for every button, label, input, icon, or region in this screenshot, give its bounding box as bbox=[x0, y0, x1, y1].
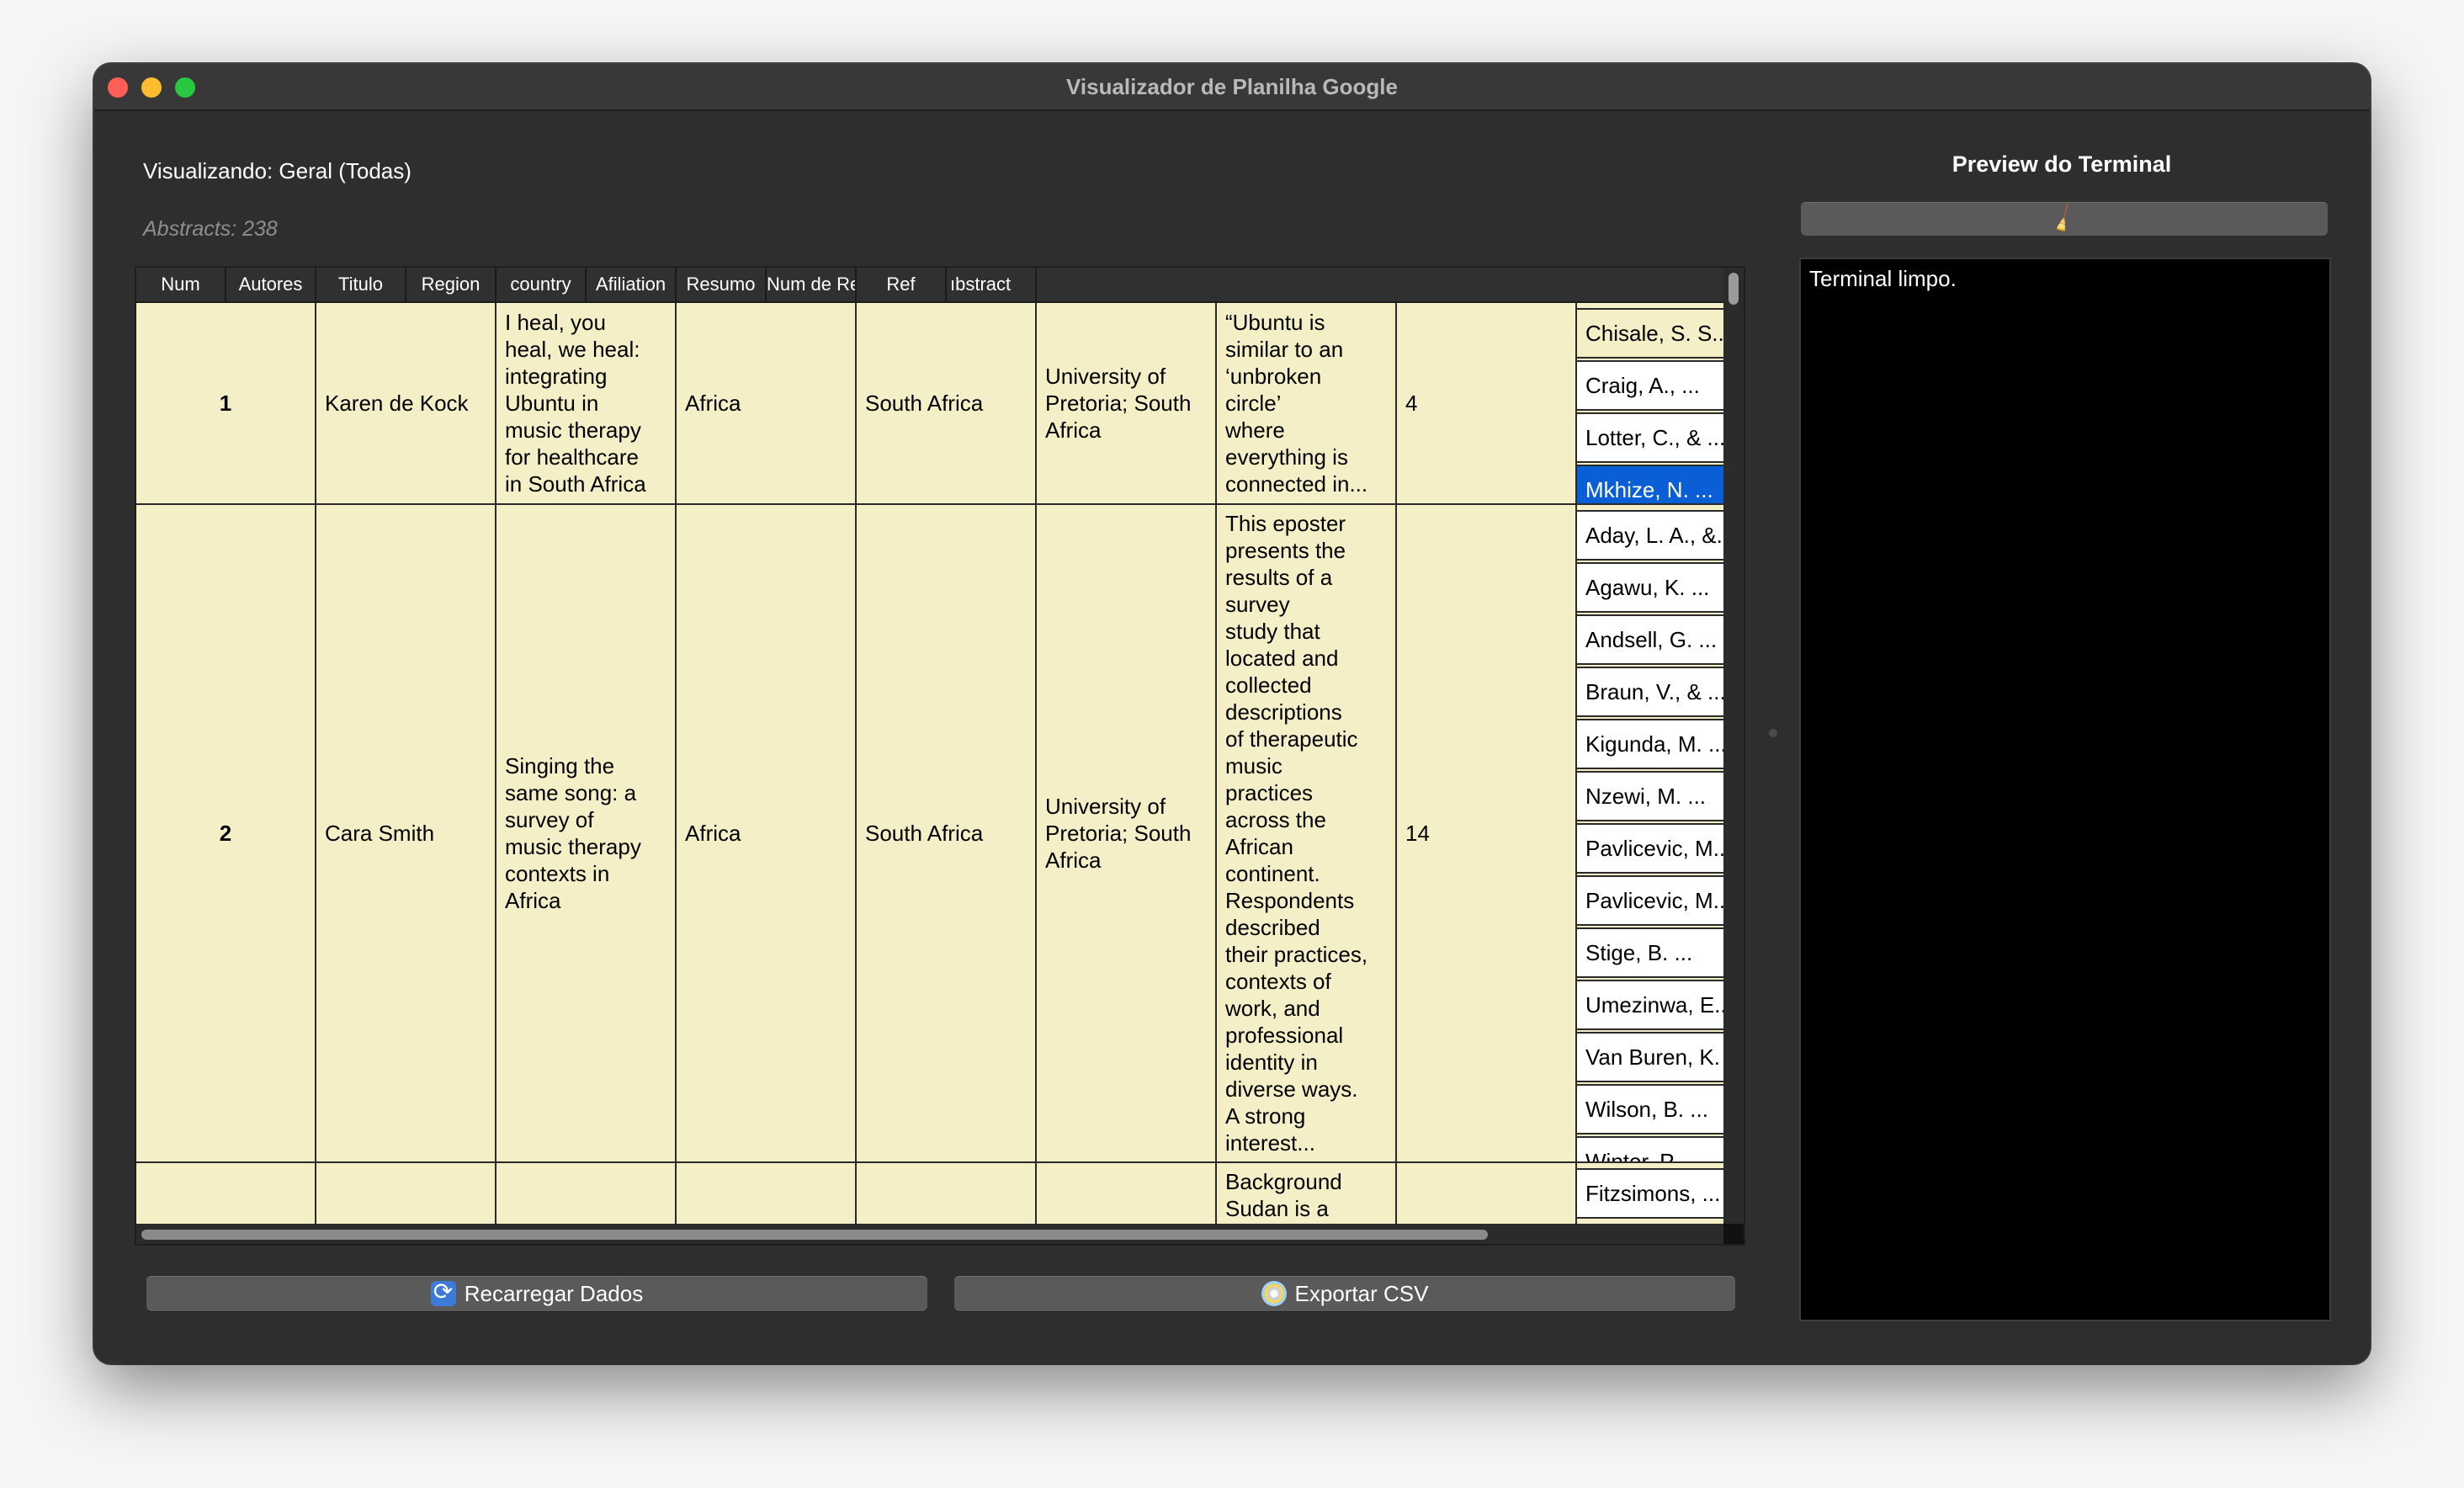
ref-list-item[interactable]: Aday, L. A., &... bbox=[1577, 510, 1744, 561]
terminal-output[interactable]: Terminal limpo. bbox=[1799, 258, 2331, 1321]
ref-list-item[interactable]: Umezinwa, E... bbox=[1577, 980, 1744, 1030]
cell-resumo[interactable]: This eposter presents the results of a s… bbox=[1217, 505, 1397, 1161]
column-header-ref[interactable]: Ref bbox=[857, 268, 947, 301]
column-header-resumo[interactable]: Resumo bbox=[677, 268, 767, 301]
horizontal-scroll-thumb[interactable] bbox=[141, 1230, 1488, 1240]
ref-list-item[interactable]: Kigunda, M. ... bbox=[1577, 719, 1744, 769]
ref-list-item[interactable]: Craig, A., ... bbox=[1577, 360, 1744, 411]
clear-terminal-button[interactable]: 🧹 bbox=[1801, 202, 2328, 236]
ref-list-item[interactable]: Stige, B. ... bbox=[1577, 927, 1744, 978]
reload-data-button[interactable]: Recarregar Dados bbox=[146, 1276, 927, 1311]
terminal-text: Terminal limpo. bbox=[1809, 266, 1957, 291]
cell-region[interactable]: Africa bbox=[677, 505, 857, 1161]
cell-num[interactable]: 2 bbox=[136, 505, 316, 1161]
vertical-scroll-thumb[interactable] bbox=[1729, 273, 1739, 305]
column-header-abstract[interactable]: ıbstract bbox=[947, 268, 1037, 301]
cell-resumo[interactable]: “Ubuntu is similar to an ‘unbroken circl… bbox=[1217, 303, 1397, 503]
splitter-handle[interactable] bbox=[1769, 729, 1777, 737]
disc-icon bbox=[1261, 1281, 1287, 1306]
column-header-num-de-ref[interactable]: Num de Ref bbox=[767, 268, 857, 301]
viewing-label: Visualizando: Geral (Todas) bbox=[143, 158, 412, 183]
cell-region[interactable]: Africa bbox=[677, 303, 857, 503]
table-row[interactable]: 2 Cara Smith Singing the same song: a surv… bbox=[136, 505, 1744, 1163]
ref-list-item[interactable]: Agawu, K. ... bbox=[1577, 562, 1744, 613]
ref-list-item[interactable]: Chisale, S. S.... bbox=[1577, 308, 1744, 359]
export-csv-button[interactable]: Exportar CSV bbox=[954, 1276, 1735, 1311]
ref-list-item[interactable]: Pavlicevic, M... bbox=[1577, 823, 1744, 874]
ref-list-item[interactable]: Braun, V., & ... bbox=[1577, 667, 1744, 717]
cell-country[interactable]: South Africa bbox=[857, 303, 1037, 503]
reload-button-label: Recarregar Dados bbox=[464, 1280, 644, 1306]
title-bar: Visualizador de Planilha Google bbox=[94, 64, 2370, 111]
table-row[interactable]: 1 Karen de Kock I heal, you heal, we heal:… bbox=[136, 303, 1744, 505]
export-button-label: Exportar CSV bbox=[1294, 1280, 1429, 1306]
ref-list[interactable]: Chisale, S. S.... Craig, A., ... Lotter, C… bbox=[1577, 303, 1744, 503]
column-header-afiliation[interactable]: Afiliation bbox=[587, 268, 677, 301]
table-header: Num Autores Titulo Region country Afilia… bbox=[136, 268, 1729, 303]
cell-titulo[interactable]: I heal, you heal, we heal: integrating U… bbox=[497, 303, 677, 503]
cell-num-ref[interactable]: 14 bbox=[1397, 505, 1577, 1161]
cell-afiliation[interactable]: University of Pretoria; South Africa bbox=[1037, 505, 1217, 1161]
column-header-region[interactable]: Region bbox=[406, 268, 497, 301]
ref-list[interactable]: Aday, L. A., &... Agawu, K. ... Andsell, G… bbox=[1577, 505, 1744, 1161]
cell-num-ref[interactable]: 4 bbox=[1397, 303, 1577, 503]
column-header-num[interactable]: Num bbox=[136, 268, 226, 301]
app-window: Visualizador de Planilha Google Visualiz… bbox=[94, 64, 2370, 1363]
horizontal-scrollbar[interactable] bbox=[136, 1224, 1729, 1244]
column-header-autores[interactable]: Autores bbox=[226, 268, 316, 301]
column-header-country[interactable]: country bbox=[497, 268, 587, 301]
cell-country[interactable]: South Africa bbox=[857, 505, 1037, 1161]
ref-list-item[interactable]: Pavlicevic, M... bbox=[1577, 875, 1744, 926]
abstracts-count: Abstracts: 238 bbox=[143, 217, 278, 241]
ref-list-item[interactable]: Fitzsimons, ... bbox=[1577, 1168, 1744, 1219]
ref-list-item[interactable]: Wilson, B. ... bbox=[1577, 1084, 1744, 1135]
data-table: Num Autores Titulo Region country Afilia… bbox=[135, 266, 1745, 1246]
cell-afiliation[interactable]: University of Pretoria; South Africa bbox=[1037, 303, 1217, 503]
window-title: Visualizador de Planilha Google bbox=[1066, 74, 1398, 99]
cell-autores[interactable]: Cara Smith bbox=[316, 505, 497, 1161]
ref-list-item[interactable]: Winter, P. ... bbox=[1577, 1136, 1744, 1161]
broom-icon: 🧹 bbox=[2047, 202, 2081, 236]
ref-list-item[interactable]: Lotter, C., & ... bbox=[1577, 412, 1744, 463]
reload-icon bbox=[430, 1278, 456, 1306]
scroll-corner bbox=[1723, 1224, 1744, 1244]
cell-num[interactable]: 1 bbox=[136, 303, 316, 503]
cell-autores[interactable]: Karen de Kock bbox=[316, 303, 497, 503]
ref-list-item[interactable]: Van Buren, K. bbox=[1577, 1032, 1744, 1082]
ref-list-item[interactable]: Andsell, G. ... bbox=[1577, 614, 1744, 665]
terminal-title: Preview do Terminal bbox=[1952, 151, 2172, 177]
column-header-titulo[interactable]: Titulo bbox=[316, 268, 406, 301]
cell-titulo[interactable]: Singing the same song: a survey of music… bbox=[497, 505, 677, 1161]
ref-list-item[interactable]: Nzewi, M. ... bbox=[1577, 771, 1744, 821]
vertical-scrollbar[interactable] bbox=[1723, 268, 1744, 1227]
ref-list-item[interactable]: Mkhize, N. ... bbox=[1577, 465, 1744, 503]
